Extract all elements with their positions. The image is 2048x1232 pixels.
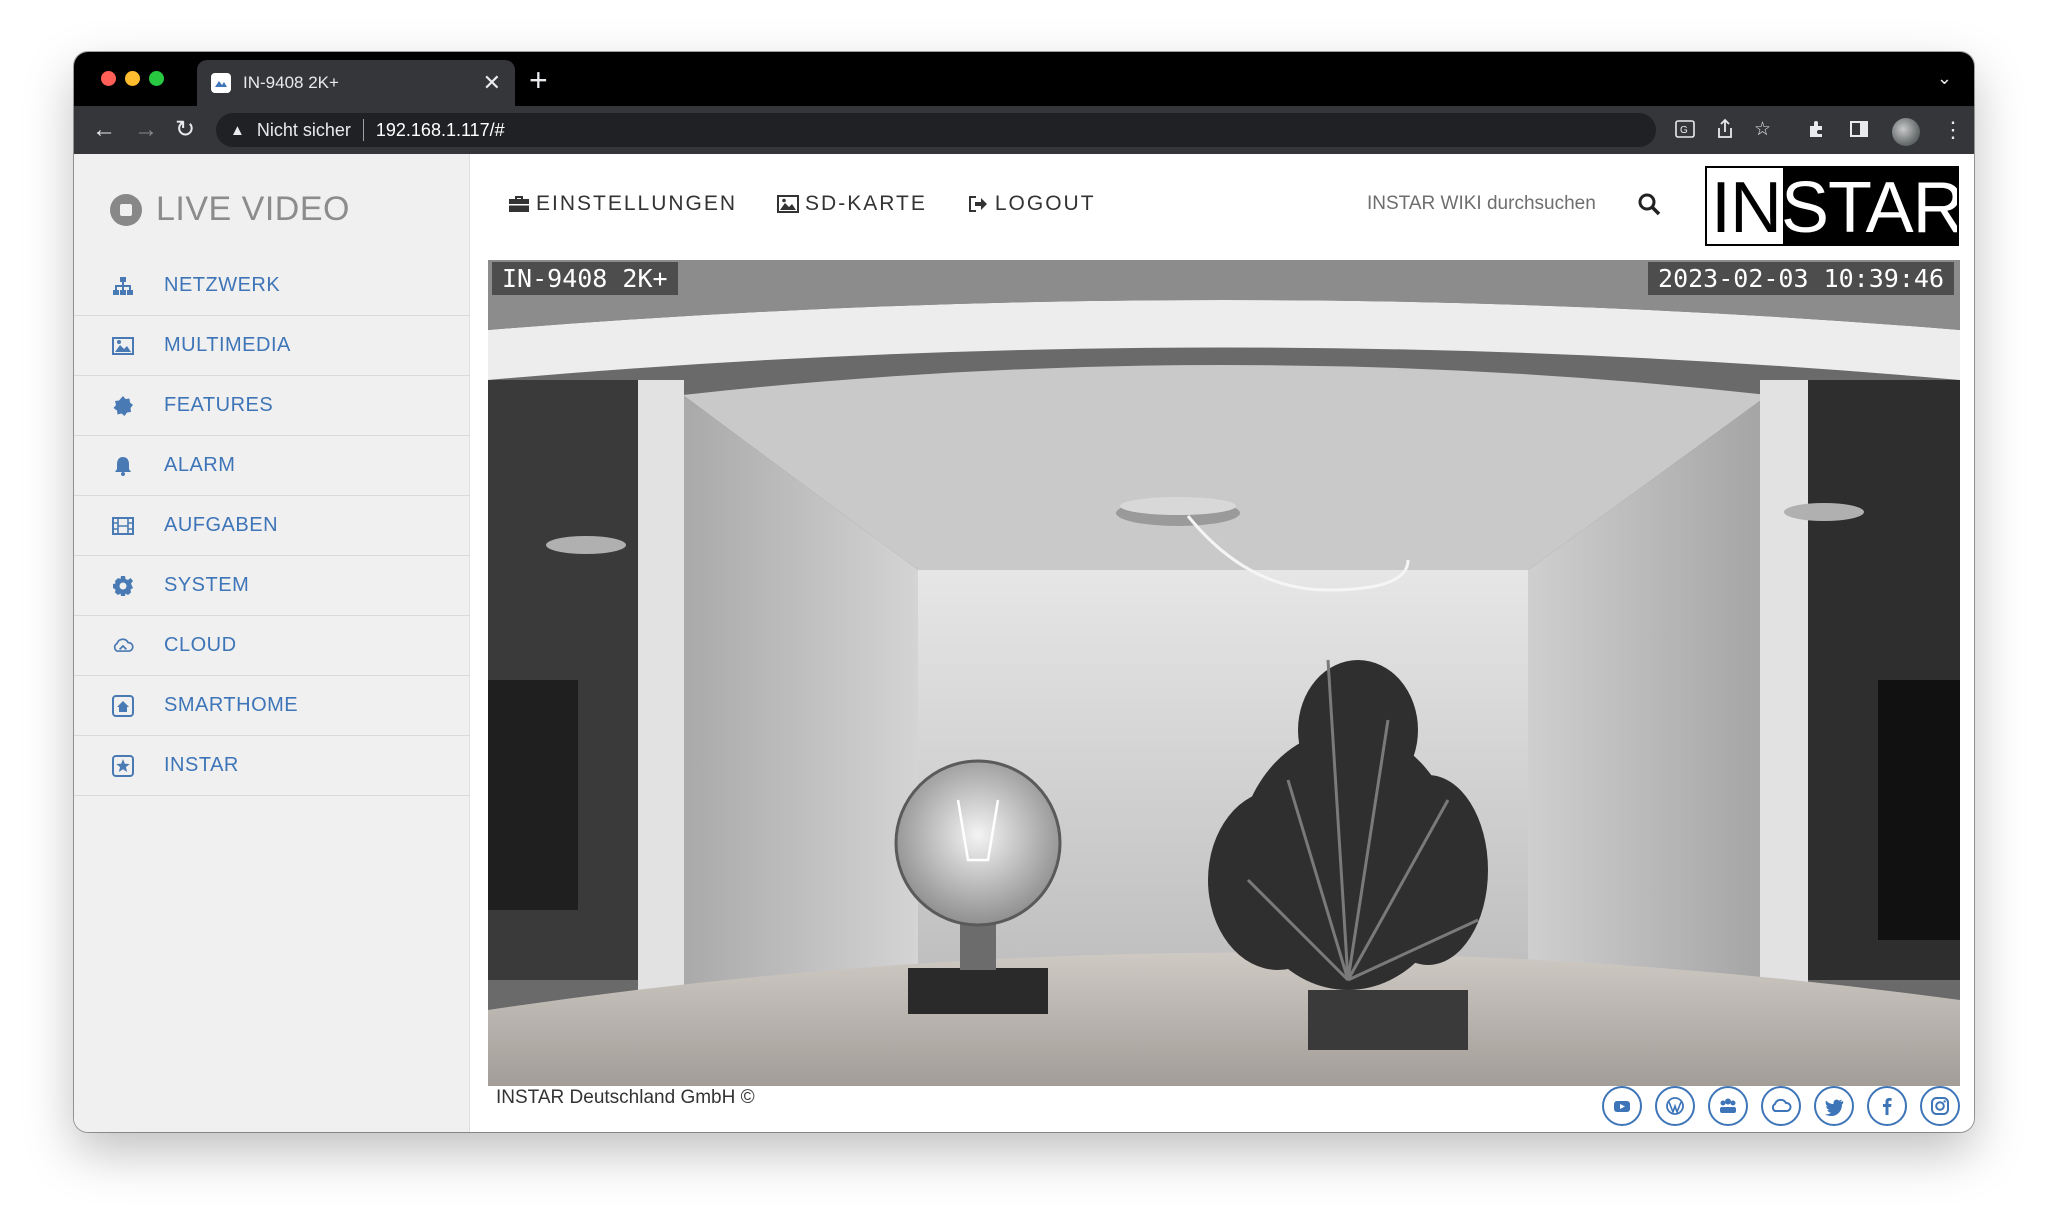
sidebar-item-label: INSTAR xyxy=(164,754,239,776)
sidebar-item-aufgaben[interactable]: AUFGABEN xyxy=(74,496,470,556)
sidebar-item-multimedia[interactable]: MULTIMEDIA xyxy=(74,316,470,376)
sidebar-item-system[interactable]: SYSTEM xyxy=(74,556,470,616)
twitter-icon xyxy=(1825,1099,1844,1117)
browser-tab[interactable]: IN-9408 2K+ ✕ xyxy=(197,60,515,106)
forum-button[interactable] xyxy=(1708,1086,1748,1126)
facebook-icon xyxy=(1883,1098,1892,1115)
warning-icon: ▲ xyxy=(230,121,245,139)
settings-link[interactable]: EINSTELLUNGEN xyxy=(508,192,737,216)
profile-avatar[interactable] xyxy=(1892,118,1920,146)
sidebar-item-label: CLOUD xyxy=(164,634,237,656)
minimize-window-button[interactable] xyxy=(125,71,140,86)
sign-out-icon xyxy=(968,196,987,212)
svg-text:G: G xyxy=(1680,125,1688,136)
youtube-button[interactable] xyxy=(1602,1086,1642,1126)
logo-text-light: STAR xyxy=(1781,168,1959,246)
favicon-icon xyxy=(211,73,231,93)
sidebar-item-label: ALARM xyxy=(164,454,236,476)
bell-icon xyxy=(110,453,136,479)
browser-menu-icon[interactable]: ⋮ xyxy=(1942,116,1964,144)
side-panel-icon[interactable] xyxy=(1848,118,1870,147)
share-icon[interactable] xyxy=(1714,118,1736,147)
live-video-title[interactable]: LIVE VIDEO xyxy=(110,190,350,229)
settings-label: EINSTELLUNGEN xyxy=(536,192,738,215)
sidebar-item-label: SMARTHOME xyxy=(164,694,299,716)
wordpress-icon xyxy=(1666,1097,1684,1115)
cloud-button[interactable] xyxy=(1761,1086,1801,1126)
sidebar-item-features[interactable]: FEATURES xyxy=(74,376,470,436)
maximize-window-button[interactable] xyxy=(149,71,164,86)
cloud-icon xyxy=(1771,1098,1792,1112)
logout-link[interactable]: LOGOUT xyxy=(967,192,1096,216)
forum-icon xyxy=(1720,1098,1736,1113)
reload-icon[interactable]: ↻ xyxy=(175,116,195,144)
browser-toolbar: ← → ↻ ▲ Nicht sicher 192.168.1.117/# G ☆… xyxy=(74,106,1974,154)
tab-strip: IN-9408 2K+ ✕ + ⌄ xyxy=(74,52,1974,106)
twitter-button[interactable] xyxy=(1814,1086,1854,1126)
tab-title: IN-9408 2K+ xyxy=(243,73,339,92)
wiki-search xyxy=(1367,192,1661,216)
bookmark-star-icon[interactable]: ☆ xyxy=(1754,118,1771,142)
translate-icon[interactable]: G xyxy=(1674,118,1696,147)
sidebar-item-smarthome[interactable]: SMARTHOME xyxy=(74,676,470,736)
sidebar-item-netzwerk[interactable]: NETZWERK xyxy=(74,256,470,316)
url-text[interactable]: 192.168.1.117/# xyxy=(376,120,505,141)
tab-search-chevron-icon[interactable]: ⌄ xyxy=(1937,68,1952,89)
logo-text-dark: IN xyxy=(1711,168,1782,246)
browser-window: IN-9408 2K+ ✕ + ⌄ ← → ↻ ▲ Nicht sicher 1… xyxy=(74,52,1974,1132)
sidebar-item-cloud[interactable]: CLOUD xyxy=(74,616,470,676)
instagram-button[interactable] xyxy=(1920,1086,1960,1126)
back-arrow-icon[interactable]: ← xyxy=(92,116,116,144)
new-tab-button[interactable]: + xyxy=(529,64,548,96)
camera-name-overlay: IN-9408 2K+ xyxy=(492,262,678,295)
network-icon xyxy=(110,273,136,299)
sidebar-item-alarm[interactable]: ALARM xyxy=(74,436,470,496)
star-icon xyxy=(110,753,136,779)
logout-label: LOGOUT xyxy=(994,192,1096,215)
sidebar-item-label: SYSTEM xyxy=(164,574,250,596)
live-video-label: LIVE VIDEO xyxy=(156,190,350,228)
picture-icon xyxy=(777,195,800,213)
cloud-icon xyxy=(110,633,136,659)
sidebar-item-label: AUFGABEN xyxy=(164,514,279,536)
timestamp-overlay: 2023-02-03 10:39:46 xyxy=(1648,262,1954,295)
sidebar: LIVE VIDEO NETZWERK MULTIMEDIA FEATURES … xyxy=(74,154,470,1132)
page-content: LIVE VIDEO NETZWERK MULTIMEDIA FEATURES … xyxy=(74,154,1974,1132)
instagram-icon xyxy=(1931,1097,1949,1115)
wordpress-button[interactable] xyxy=(1655,1086,1695,1126)
security-label: Nicht sicher xyxy=(256,119,351,140)
tab-close-icon[interactable]: ✕ xyxy=(483,72,501,94)
live-video-stream[interactable]: IN-9408 2K+ 2023-02-03 10:39:46 xyxy=(488,260,1960,1086)
sidebar-item-label: FEATURES xyxy=(164,394,274,416)
sidebar-item-instar[interactable]: INSTAR xyxy=(74,736,470,796)
gear-icon xyxy=(110,573,136,599)
film-icon xyxy=(110,513,136,539)
address-bar[interactable]: ▲ Nicht sicher 192.168.1.117/# xyxy=(216,113,1656,147)
search-icon[interactable] xyxy=(1637,192,1661,216)
top-navigation: EINSTELLUNGEN SD-KARTE LOGOUT xyxy=(508,192,1136,216)
close-window-button[interactable] xyxy=(101,71,116,86)
footer-copyright: INSTAR Deutschland GmbH © xyxy=(496,1087,755,1108)
image-icon xyxy=(110,333,136,359)
sidebar-item-label: MULTIMEDIA xyxy=(164,334,291,356)
social-links xyxy=(1602,1086,1973,1126)
video-frame-image xyxy=(488,260,1960,1086)
wiki-search-input[interactable] xyxy=(1367,193,1627,215)
briefcase-icon xyxy=(509,196,529,212)
sidebar-menu: NETZWERK MULTIMEDIA FEATURES ALARM AUFGA… xyxy=(74,256,470,796)
home-icon xyxy=(110,693,136,719)
youtube-icon xyxy=(1614,1101,1630,1112)
instar-logo[interactable]: INSTAR xyxy=(1705,166,1959,246)
sdcard-link[interactable]: SD-KARTE xyxy=(777,192,927,216)
facebook-button[interactable] xyxy=(1867,1086,1907,1126)
sdcard-label: SD-KARTE xyxy=(805,192,927,215)
badge-icon xyxy=(110,393,136,419)
forward-arrow-icon[interactable]: → xyxy=(134,116,158,144)
address-divider xyxy=(362,119,364,141)
extensions-puzzle-icon[interactable] xyxy=(1806,118,1828,147)
stop-circle-icon xyxy=(110,193,142,226)
sidebar-item-label: NETZWERK xyxy=(164,274,281,296)
